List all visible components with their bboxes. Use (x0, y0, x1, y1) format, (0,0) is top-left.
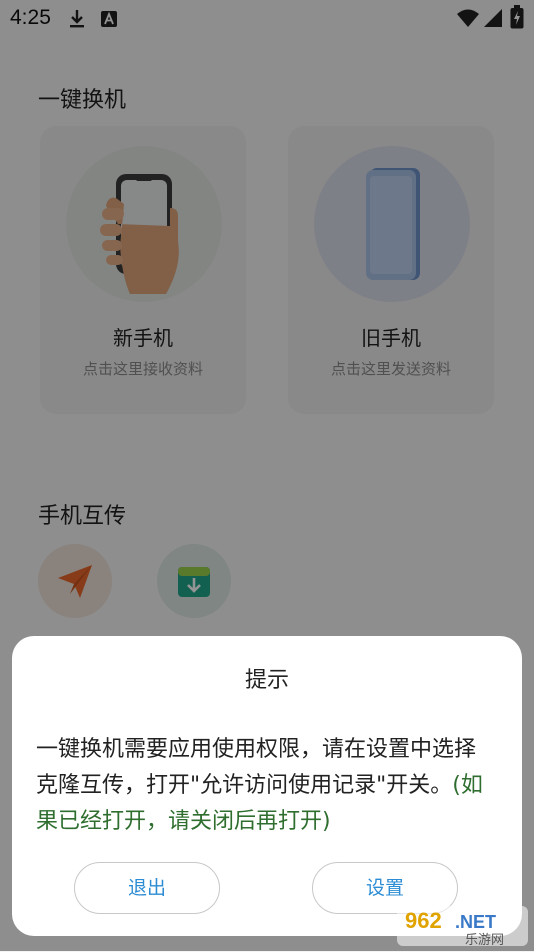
dialog-title: 提示 (244, 668, 289, 693)
dialog-message: 一键换机需要应用使用权限，请在设置中选择克隆互传，打开"允许访问使用记录"开关。… (36, 732, 496, 840)
svg-text:.NET: .NET (455, 912, 496, 932)
watermark-logo: 962 .NET 乐游网 (395, 900, 530, 948)
dialog-body-text: 一键换机需要应用使用权限，请在设置中选择克隆互传，打开"允许访问使用记录"开关。 (36, 737, 477, 798)
svg-text:962: 962 (405, 908, 442, 933)
permission-dialog: 提示 一键换机需要应用使用权限，请在设置中选择克隆互传，打开"允许访问使用记录"… (12, 636, 522, 936)
exit-button[interactable]: 退出 (74, 862, 220, 914)
svg-text:乐游网: 乐游网 (465, 933, 504, 948)
